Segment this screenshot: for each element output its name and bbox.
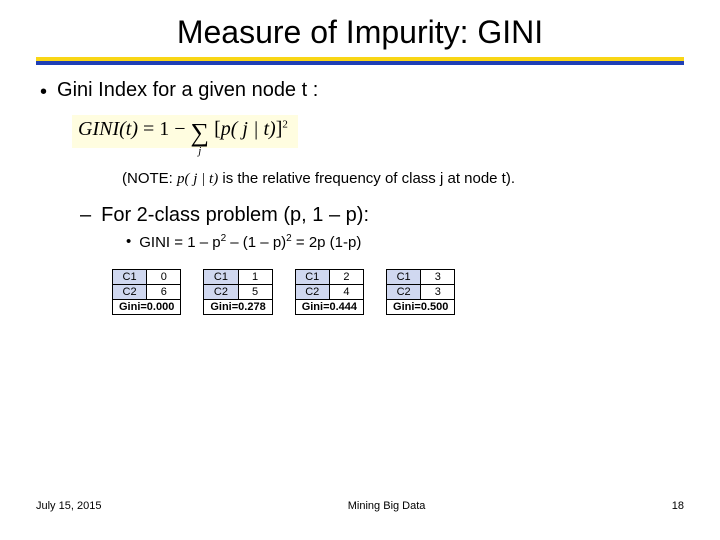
gini-formula: GINI(t) = 1 − ∑j [p( j | t)]2 xyxy=(72,115,298,148)
bullet-dot-icon: • xyxy=(126,233,131,251)
gini-table-3: C13 C23 Gini=0.500 xyxy=(386,269,455,315)
slide-footer: July 15, 2015 Mining Big Data 18 xyxy=(36,500,684,512)
cell-c2: 6 xyxy=(147,285,181,300)
bullet-gini-index: • Gini Index for a given node t : xyxy=(40,79,684,105)
divider-blue xyxy=(36,61,684,65)
gini-table-0: C10 C26 Gini=0.000 xyxy=(112,269,181,315)
footer-date: July 15, 2015 xyxy=(36,500,101,512)
cell-gini: Gini=0.000 xyxy=(113,300,181,315)
cell-c1: 3 xyxy=(421,270,455,285)
row-label-c2: C2 xyxy=(387,285,421,300)
row-label-c1: C1 xyxy=(113,270,147,285)
note-suffix: is the relative frequency of class j at … xyxy=(218,170,515,187)
note-line: (NOTE: p( j | t) is the relative frequen… xyxy=(122,170,684,188)
formula-cond: ( j | t) xyxy=(231,118,276,140)
gini-table-2: C12 C24 Gini=0.444 xyxy=(295,269,364,315)
title-divider xyxy=(36,57,684,65)
formula-p: p xyxy=(221,118,231,140)
sub-sub-bullet-gini-expand: • GINI = 1 – p2 – (1 – p)2 = 2p (1-p) xyxy=(126,233,684,251)
sigma-icon: ∑j xyxy=(191,120,210,146)
sub-bullet-text: For 2-class problem (p, 1 – p): xyxy=(101,204,369,227)
gini-table-1: C11 C25 Gini=0.278 xyxy=(203,269,272,315)
formula-bracket-open: [ xyxy=(214,118,221,140)
cell-c1: 0 xyxy=(147,270,181,285)
cell-c1: 2 xyxy=(329,270,363,285)
note-pjt: p( j | t) xyxy=(177,171,218,187)
gini-expansion: GINI = 1 – p2 – (1 – p)2 = 2p (1-p) xyxy=(139,233,361,251)
gini-tables-row: C10 C26 Gini=0.000 C11 C25 Gini=0.278 C1… xyxy=(112,269,684,315)
sigma-sub: j xyxy=(198,146,201,157)
formula-one-minus: 1 − xyxy=(159,118,185,140)
note-prefix: (NOTE: xyxy=(122,170,177,187)
formula-lhs: GINI(t) xyxy=(78,118,138,140)
slide: Measure of Impurity: GINI • Gini Index f… xyxy=(0,0,720,540)
sub-bullet-2class: – For 2-class problem (p, 1 – p): xyxy=(80,204,684,227)
bullet-text: Gini Index for a given node t : xyxy=(57,79,318,102)
dash-icon: – xyxy=(80,204,91,227)
expand-a: GINI = 1 – p xyxy=(139,234,220,251)
expand-b: – (1 – p) xyxy=(226,234,286,251)
footer-page: 18 xyxy=(672,500,684,512)
cell-c2: 5 xyxy=(238,285,272,300)
row-label-c2: C2 xyxy=(295,285,329,300)
row-label-c1: C1 xyxy=(295,270,329,285)
expand-c: = 2p (1-p) xyxy=(292,234,362,251)
footer-course: Mining Big Data xyxy=(348,500,426,512)
slide-title: Measure of Impurity: GINI xyxy=(36,14,684,51)
cell-gini: Gini=0.500 xyxy=(387,300,455,315)
cell-gini: Gini=0.278 xyxy=(204,300,272,315)
formula-exp: 2 xyxy=(282,118,288,130)
row-label-c1: C1 xyxy=(387,270,421,285)
cell-c1: 1 xyxy=(238,270,272,285)
row-label-c1: C1 xyxy=(204,270,238,285)
cell-c2: 3 xyxy=(421,285,455,300)
formula-eq: = xyxy=(143,118,154,140)
cell-gini: Gini=0.444 xyxy=(295,300,363,315)
bullet-dot-icon: • xyxy=(40,79,47,105)
cell-c2: 4 xyxy=(329,285,363,300)
row-label-c2: C2 xyxy=(204,285,238,300)
row-label-c2: C2 xyxy=(113,285,147,300)
